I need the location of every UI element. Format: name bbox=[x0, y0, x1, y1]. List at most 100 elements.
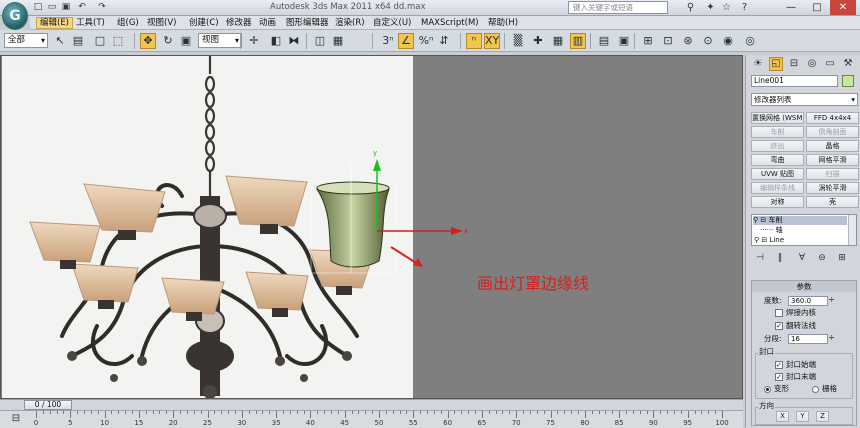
select-by-name-icon[interactable]: ▤ bbox=[70, 33, 86, 49]
viewport-label[interactable]: [ + ] [ 透视 ] [ 真实 ] bbox=[7, 57, 80, 68]
time-slider-thumb[interactable]: 0 / 100 bbox=[24, 400, 72, 410]
effects-icon[interactable]: ⊙ bbox=[700, 33, 716, 49]
menu-item-10[interactable]: MAXScript(M) bbox=[418, 17, 482, 29]
help-icon[interactable]: ? bbox=[738, 1, 751, 14]
axis-z-button[interactable]: Z bbox=[816, 411, 829, 422]
keyboard-shortcut-icon[interactable]: ⧓ bbox=[286, 33, 302, 49]
menu-item-2[interactable]: 组(G) bbox=[114, 17, 142, 29]
select-object-icon[interactable]: ↖ bbox=[52, 33, 68, 49]
degrees-spinner[interactable]: 360.0 bbox=[788, 296, 835, 306]
reference-coord-dropdown[interactable]: 视图 bbox=[198, 33, 242, 48]
modifier-button[interactable]: 涡轮平滑 bbox=[806, 182, 859, 194]
parameters-rollout-header[interactable]: 参数 bbox=[752, 281, 856, 292]
modifier-button[interactable]: 弯曲 bbox=[751, 154, 804, 166]
window-crossing-icon[interactable]: ⬚ bbox=[110, 33, 126, 49]
align-icon[interactable]: ▦ bbox=[330, 33, 346, 49]
render-icon[interactable]: ⊡ bbox=[660, 33, 676, 49]
environment-icon[interactable]: ⊛ bbox=[680, 33, 696, 49]
rendered-frame-icon[interactable]: ⊞ bbox=[640, 33, 656, 49]
menu-item-6[interactable]: 动画 bbox=[256, 17, 279, 29]
menu-item-7[interactable]: 图形编辑器 bbox=[283, 17, 332, 29]
modifier-button[interactable]: 倒角剖面 bbox=[806, 126, 859, 138]
track-bar-icon[interactable]: ⊟ bbox=[10, 413, 22, 425]
cap-end-checkbox[interactable]: ✓ bbox=[775, 373, 783, 381]
maximize-button[interactable]: □ bbox=[804, 0, 830, 15]
use-pivot-icon[interactable]: ✛ bbox=[246, 33, 262, 49]
modifier-button[interactable]: 编辑样条线 bbox=[751, 182, 804, 194]
axis-y-button[interactable]: Y bbox=[796, 411, 809, 422]
favorites-icon[interactable]: ☆ bbox=[720, 1, 733, 14]
material-editor-icon[interactable]: ▤ bbox=[596, 33, 612, 49]
hierarchy-tab-icon[interactable]: ⊟ bbox=[787, 57, 801, 71]
utilities-tab-icon[interactable]: ⚒ bbox=[841, 57, 855, 71]
menu-item-8[interactable]: 渲染(R) bbox=[332, 17, 368, 29]
angle-snap-icon[interactable]: ∠ bbox=[398, 33, 414, 49]
flip-normals-checkbox[interactable]: ✓ bbox=[775, 322, 783, 330]
menu-item-4[interactable]: 创建(C) bbox=[186, 17, 222, 29]
time-slider[interactable]: 0 / 100 bbox=[0, 399, 743, 410]
modifier-button[interactable]: 网格平滑 bbox=[806, 154, 859, 166]
menu-item-5[interactable]: 修改器 bbox=[223, 17, 255, 29]
new-file-icon[interactable]: □ bbox=[32, 2, 44, 13]
modifier-stack[interactable]: ⚲ ⊟ 车削 ······ 轴 ⚲ ⊟ Line bbox=[751, 214, 857, 246]
schematic-icon[interactable]: ▥ bbox=[570, 33, 586, 49]
xy-constraint-icon[interactable]: XY bbox=[484, 33, 500, 49]
motion-tab-icon[interactable]: ◎ bbox=[805, 57, 819, 71]
display-tab-icon[interactable]: ▭ bbox=[823, 57, 837, 71]
modifier-button[interactable]: FFD 4x4x4 bbox=[806, 112, 859, 124]
remove-modifier-icon[interactable]: ⊖ bbox=[816, 252, 828, 264]
binoculars-icon[interactable]: ⚲ bbox=[684, 1, 697, 14]
modifier-button[interactable]: 晶格 bbox=[806, 140, 859, 152]
preview-icon[interactable]: ◉ bbox=[720, 33, 736, 49]
open-file-icon[interactable]: ▭ bbox=[46, 2, 58, 13]
morph-radio[interactable] bbox=[764, 386, 771, 393]
curve-editor-icon[interactable]: ▦ bbox=[550, 33, 566, 49]
modifier-button[interactable]: 置换网格 (WSM) bbox=[751, 112, 804, 124]
frame-ruler[interactable]: 0 5 10 15 20 25 30 35 40 45 50 55 60 65 70 75 80 85 90 95 10… bbox=[30, 411, 743, 428]
rect-selection-icon[interactable]: □ bbox=[92, 33, 108, 49]
mirror-icon[interactable]: ◫ bbox=[312, 33, 328, 49]
snap-toggle-icon[interactable]: 3ⁿ bbox=[380, 33, 396, 49]
cap-start-checkbox[interactable]: ✓ bbox=[775, 361, 783, 369]
grid-radio[interactable] bbox=[812, 386, 819, 393]
modifier-list-dropdown[interactable]: 修改器列表 bbox=[751, 93, 858, 106]
configure-sets-icon[interactable]: ⊞ bbox=[836, 252, 848, 264]
undo-icon[interactable]: ↶ bbox=[76, 2, 88, 13]
graphite-icon[interactable]: ✚ bbox=[530, 33, 546, 49]
spinner-snap-icon[interactable]: ⇵ bbox=[436, 33, 452, 49]
menu-item-1[interactable]: 工具(T) bbox=[73, 17, 108, 29]
menu-item-3[interactable]: 视图(V) bbox=[144, 17, 179, 29]
modifier-button[interactable]: 车削 bbox=[751, 126, 804, 138]
modify-tab-icon[interactable]: ◱ bbox=[769, 57, 783, 71]
pin-stack-icon[interactable]: ⊣ bbox=[754, 252, 766, 264]
percent-snap-icon[interactable]: %ⁿ bbox=[418, 33, 434, 49]
segments-spinner[interactable]: 16 bbox=[788, 334, 835, 344]
app-logo-icon[interactable]: G bbox=[2, 2, 28, 30]
menu-item-11[interactable]: 帮助(H) bbox=[485, 17, 521, 29]
lampshade-object[interactable]: y x bbox=[301, 141, 481, 291]
perspective-viewport[interactable]: y x [ + ] [ 透视 ] [ 真实 ] 画出灯罩边缘线 bbox=[0, 55, 743, 399]
object-name-field[interactable]: Line001 bbox=[751, 75, 838, 87]
layer-manager-icon[interactable]: ▒ bbox=[510, 33, 526, 49]
modifier-button[interactable]: 对称 bbox=[751, 196, 804, 208]
stack-scrollbar[interactable] bbox=[848, 215, 856, 245]
menu-item-9[interactable]: 自定义(U) bbox=[370, 17, 414, 29]
minimize-button[interactable]: — bbox=[778, 0, 804, 15]
select-manipulate-icon[interactable]: ◧ bbox=[268, 33, 284, 49]
render-setup-icon[interactable]: ▣ bbox=[616, 33, 632, 49]
selection-filter-dropdown[interactable]: 全部 bbox=[4, 33, 48, 48]
stack-item-line[interactable]: ⚲ ⊟ Line bbox=[754, 236, 784, 245]
modifier-button[interactable]: 挤出 bbox=[751, 140, 804, 152]
modifier-button[interactable]: 扫描 bbox=[806, 168, 859, 180]
select-scale-icon[interactable]: ▣ bbox=[178, 33, 194, 49]
modifier-button[interactable]: 壳 bbox=[806, 196, 859, 208]
stack-item-lathe[interactable]: ⚲ ⊟ 车削 bbox=[753, 216, 847, 225]
select-rotate-icon[interactable]: ↻ bbox=[160, 33, 176, 49]
select-move-icon[interactable]: ✥ bbox=[140, 33, 156, 49]
extras-icon[interactable]: ◎ bbox=[742, 33, 758, 49]
object-color-swatch[interactable] bbox=[842, 75, 854, 87]
help-search-input[interactable]: 键入关键字或短语 bbox=[568, 1, 668, 14]
stack-item-axis[interactable]: ······ 轴 bbox=[760, 226, 783, 235]
subscription-icon[interactable]: ✦ bbox=[704, 1, 717, 14]
weld-core-checkbox[interactable] bbox=[775, 309, 783, 317]
